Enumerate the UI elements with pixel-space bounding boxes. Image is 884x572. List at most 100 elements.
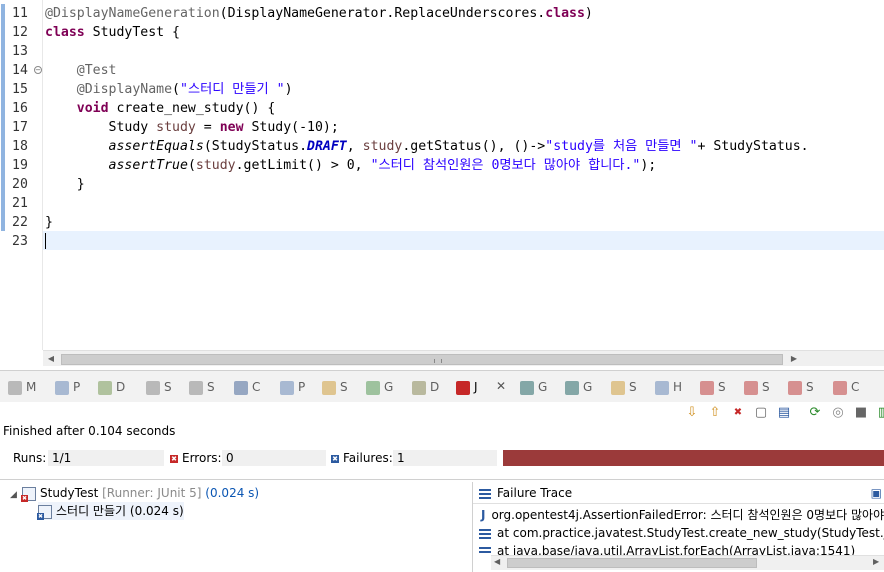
runs-label: Runs: [13, 451, 47, 465]
code-token: ); [640, 158, 657, 173]
code-line[interactable]: @Test [45, 61, 117, 80]
gradle-tasks-icon [520, 380, 534, 395]
tab-git-staging[interactable]: G [366, 378, 393, 396]
failures-label: Failures: [343, 451, 393, 465]
scroll-left-arrow-icon[interactable]: ◀ [45, 353, 57, 365]
code-line[interactable]: } [45, 213, 53, 232]
tab-markers[interactable]: M [8, 378, 36, 396]
tree-row-test[interactable]: ✖ 스터디 만들기 (0.024 s) [37, 502, 184, 520]
code-token: + StudyStatus. [697, 139, 809, 154]
debug-icon [412, 380, 426, 395]
tab-label: D [430, 380, 440, 394]
test-tree[interactable]: ◢ ✖ StudyTest [Runner: JUnit 5] (0.024 s) … [0, 482, 472, 572]
code-line[interactable]: @DisplayNameGeneration(DisplayNameGenera… [45, 4, 593, 23]
tab-data-source[interactable]: D [98, 378, 125, 396]
call-hierarchy-icon [833, 380, 847, 395]
scroll-right-arrow-icon[interactable]: ▶ [788, 353, 800, 365]
tab-sonar-2[interactable]: S [744, 378, 770, 396]
code-token: study [195, 158, 236, 173]
next-failure-icon[interactable]: ⇩ [684, 405, 700, 421]
view-tab-strip: M P D S S C P S G D J G G S H S S S C ✕ [0, 370, 884, 402]
properties-icon [55, 380, 69, 395]
code-token: @Test [45, 63, 117, 78]
tree-row-root[interactable]: ◢ ✖ StudyTest [Runner: JUnit 5] (0.024 s) [10, 484, 259, 502]
show-failures-only-icon[interactable]: ✖ [730, 405, 746, 421]
rerun-failed-first-icon[interactable]: ◎ [830, 405, 846, 421]
code-token: @DisplayNameGeneration [45, 6, 220, 21]
tab-label: G [384, 380, 394, 394]
errors-value: 0 [222, 450, 326, 466]
tab-gradle-tasks[interactable]: G [520, 378, 547, 396]
text-caret [45, 233, 46, 249]
scroll-left-arrow-icon[interactable]: ◀ [494, 557, 500, 566]
tab-label: H [673, 380, 683, 394]
stop-test-icon[interactable]: ■ [853, 405, 869, 421]
tab-junit[interactable]: J [456, 378, 478, 396]
failure-trace-header: Failure Trace ▣ [473, 482, 884, 504]
tab-sonar-3[interactable]: S [788, 378, 814, 396]
previous-failure-icon[interactable]: ⇧ [707, 405, 723, 421]
code-token: } [45, 215, 53, 230]
scrollbar-thumb[interactable] [507, 558, 757, 568]
code-line[interactable]: assertTrue(study.getLimit() > 0, "스터디 참석… [45, 156, 657, 175]
tab-history[interactable]: H [655, 378, 682, 396]
code-token: new [219, 120, 244, 135]
tab-snippets[interactable]: S [146, 378, 172, 396]
exception-icon: J [481, 508, 486, 522]
tab-properties[interactable]: P [55, 378, 80, 396]
tab-label: S [806, 380, 814, 394]
tab-search[interactable]: S [322, 378, 348, 396]
code-token: = [195, 120, 220, 135]
code-token: .getStatus(), ()-> [402, 139, 546, 154]
tab-call-hierarchy[interactable]: C [833, 378, 859, 396]
rerun-test-icon[interactable]: ⟳ [807, 405, 823, 421]
sonar-1-icon [700, 380, 714, 395]
code-token: , [346, 139, 363, 154]
trace-horizontal-scrollbar[interactable]: ◀ ▶ [491, 555, 884, 570]
scrollbar-thumb[interactable] [61, 354, 783, 365]
search-icon [322, 380, 336, 395]
line-number: 20 [12, 177, 28, 192]
code-line[interactable]: } [45, 175, 85, 194]
junit-toolbar: ⇩ ⇧ ✖ ▢ ▤ ⟳ ◎ ■ ▥ [680, 402, 884, 426]
errors-label-group: ✖ Errors: [170, 451, 222, 465]
code-editor[interactable]: 11 12 13 14 15 16 17 18 19 20 21 22 23 @DisplayNameG… [0, 0, 884, 370]
failure-trace-panel: Failure Trace ▣ Jorg.opentest4j.Assertio… [473, 482, 884, 572]
tab-label: S [629, 380, 637, 394]
code-token: Study [45, 120, 157, 135]
trace-line-exception[interactable]: Jorg.opentest4j.AssertionFailedError: 스터… [473, 506, 884, 524]
scroll-lock-icon[interactable]: ▢ [753, 405, 769, 421]
tab-console[interactable]: C [234, 378, 260, 396]
tab-servers[interactable]: S [189, 378, 215, 396]
test-name: 스터디 만들기 [56, 504, 127, 518]
test-run-history-icon[interactable]: ▤ [776, 405, 792, 421]
trace-line-frame[interactable]: at java.base/java.util.ArrayList.forEach… [473, 542, 884, 555]
tab-spring[interactable]: S [611, 378, 637, 396]
data-source-icon [98, 380, 112, 395]
filter-stack-trace-icon[interactable]: ▣ [871, 482, 882, 504]
servers-icon [189, 380, 203, 395]
sonar-3-icon [788, 380, 802, 395]
editor-horizontal-scrollbar[interactable]: ◀ ▶ [43, 350, 884, 366]
tab-debug[interactable]: D [412, 378, 439, 396]
tab-progress[interactable]: P [280, 378, 305, 396]
code-token: create_new_study() { [108, 101, 276, 116]
trace-line-text: at java.base/java.util.ArrayList.forEach… [497, 544, 856, 555]
code-line[interactable]: Study study = new Study(-10); [45, 118, 339, 137]
code-line[interactable]: assertEquals(StudyStatus.DRAFT, study.ge… [45, 137, 809, 156]
fold-collapse-icon[interactable]: − [34, 66, 42, 74]
failure-icon: ✖ [331, 454, 339, 463]
code-line[interactable]: class StudyTest { [45, 23, 180, 42]
code-line[interactable]: void create_new_study() { [45, 99, 276, 118]
code-line[interactable]: @DisplayName("스터디 만들기 ") [45, 80, 293, 99]
tab-gradle-executions[interactable]: G [565, 378, 592, 396]
tab-sonar-1[interactable]: S [700, 378, 726, 396]
tab-label: S [762, 380, 770, 394]
root-runner: [Runner: JUnit 5] [102, 486, 202, 500]
close-tab-icon[interactable]: ✕ [496, 379, 506, 393]
trace-line-frame[interactable]: at com.practice.javatest.StudyTest.creat… [473, 524, 884, 542]
scroll-right-arrow-icon[interactable]: ▶ [873, 557, 879, 566]
history-icon[interactable]: ▥ [876, 405, 884, 421]
